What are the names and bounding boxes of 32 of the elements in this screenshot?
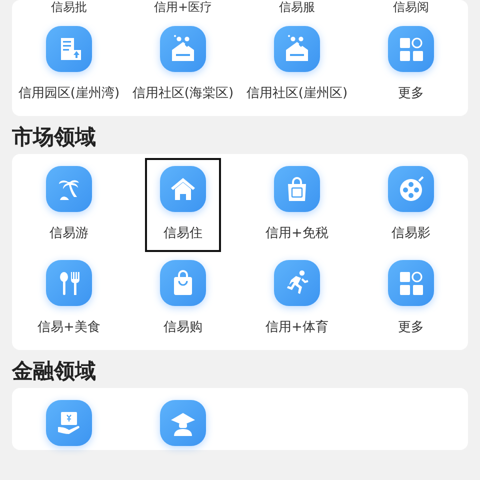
community-house-icon <box>274 26 320 72</box>
service-button[interactable]: 信易游 <box>31 158 107 252</box>
grid-icon <box>388 260 434 306</box>
service-button[interactable]: 更多 <box>373 18 449 112</box>
service-button[interactable]: 信用园区(崖州湾) <box>16 18 122 112</box>
service-button[interactable]: 信易+美食 <box>31 252 107 346</box>
graduate-icon <box>160 400 206 446</box>
film-reel-icon <box>388 166 434 212</box>
service-button[interactable]: 信用社区(海棠区) <box>130 18 236 112</box>
utensils-icon <box>46 260 92 306</box>
community-house-icon <box>160 26 206 72</box>
service-label[interactable]: 信用+医疗 <box>154 0 212 14</box>
service-button[interactable]: 信易购 <box>145 252 221 346</box>
section-title: 金融领域 <box>10 358 97 385</box>
runner-icon <box>274 260 320 306</box>
shopping-bag-icon <box>274 166 320 212</box>
bag-icon <box>160 260 206 306</box>
palm-tree-icon <box>46 166 92 212</box>
grid-icon <box>388 26 434 72</box>
service-button[interactable]: 信用+体育 <box>259 252 335 346</box>
service-button[interactable]: 信易住 <box>145 158 221 252</box>
service-label[interactable]: 信易服 <box>279 0 315 14</box>
service-label[interactable]: 信易阅 <box>393 0 429 14</box>
house-icon <box>160 166 206 212</box>
service-button[interactable]: 信用社区(崖州区) <box>244 18 350 112</box>
section-title: 市场领域 <box>11 124 97 151</box>
service-label[interactable]: 信易批 <box>51 0 87 14</box>
service-button[interactable]: 信用+免税 <box>259 158 335 252</box>
building-icon <box>46 26 92 72</box>
money-hand-icon <box>46 400 92 446</box>
service-button[interactable]: 更多 <box>373 252 449 346</box>
service-button[interactable]: 信易影 <box>373 158 449 252</box>
